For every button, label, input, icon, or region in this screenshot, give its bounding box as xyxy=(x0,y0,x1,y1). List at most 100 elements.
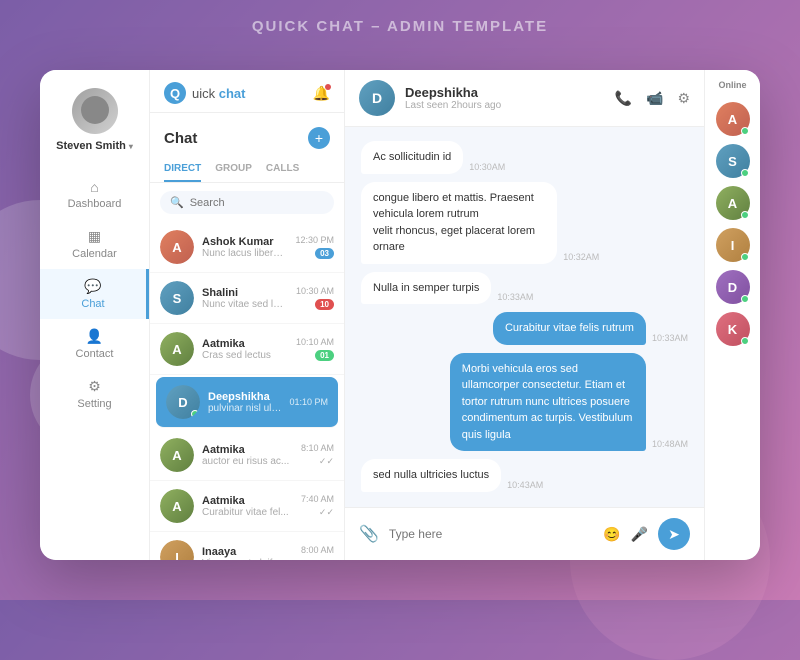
chat-header-info: Deepshikha Last seen 2hours ago xyxy=(405,85,605,111)
left-nav: Steven Smith ▾ ⌂ Dashboard▦ Calendar💬 Ch… xyxy=(40,70,150,560)
search-box: 🔍 xyxy=(160,191,334,214)
phone-icon[interactable]: 📞 xyxy=(615,90,632,107)
chat-main: D Deepshikha Last seen 2hours ago 📞 📹 ⚙ … xyxy=(345,70,704,560)
attach-icon[interactable]: 📎 xyxy=(359,524,379,544)
chat-list-item[interactable]: A Ashok Kumar Nunc lacus libero, effic..… xyxy=(150,222,344,273)
chat-preview: Nunc lacus libero, effic... xyxy=(202,248,287,259)
contact-label: Contact xyxy=(76,348,114,360)
chat-list-item[interactable]: S Shalini Nunc vitae sed lore... 10:30 A… xyxy=(150,273,344,324)
online-dot xyxy=(741,337,749,345)
messages-area: Ac sollicitudin id 10:30AM congue libero… xyxy=(345,127,704,507)
chat-header-avatar: D xyxy=(359,80,395,116)
setting-label: Setting xyxy=(77,398,111,410)
sidebar-item-contact[interactable]: 👤 Contact xyxy=(40,319,149,369)
tab-group[interactable]: GROUP xyxy=(215,157,252,182)
chat-time: 7:40 AM xyxy=(301,494,334,504)
online-dot xyxy=(741,211,749,219)
chat-meta: 10:30 AM 10 xyxy=(296,286,334,310)
tab-direct[interactable]: DIRECT xyxy=(164,157,201,182)
message-input[interactable] xyxy=(389,527,593,541)
online-user-avatar[interactable]: K xyxy=(716,312,750,346)
chat-name: Aatmika xyxy=(202,338,288,350)
tab-calls[interactable]: CALLS xyxy=(266,157,299,182)
message-row: Nulla in semper turpis 10:33AM xyxy=(361,272,688,305)
bell-icon[interactable]: 🔔 xyxy=(313,85,330,102)
chat-preview: Vivamus et eleifend... xyxy=(202,558,293,561)
search-input[interactable] xyxy=(190,197,332,209)
settings-icon[interactable]: ⚙ xyxy=(677,90,690,107)
chat-avatar: A xyxy=(160,489,194,523)
sidebar-item-setting[interactable]: ⚙ Setting xyxy=(40,369,149,419)
chat-avatar: A xyxy=(160,230,194,264)
message-time: 10:33AM xyxy=(652,333,688,343)
message-bubble: Curabitur vitae felis rutrum xyxy=(493,312,646,345)
chat-list-item[interactable]: A Aatmika Curabitur vitae fel... 7:40 AM… xyxy=(150,481,344,532)
page-title: QUICK CHAT – ADMIN TEMPLATE xyxy=(252,18,548,35)
chat-name: Shalini xyxy=(202,287,288,299)
chat-preview: Curabitur vitae fel... xyxy=(202,507,293,518)
chat-time: 10:30 AM xyxy=(296,286,334,296)
chat-meta: 01:10 PM xyxy=(289,397,328,407)
emoji-icon[interactable]: 😊 xyxy=(603,526,620,543)
chat-avatar: A xyxy=(160,332,194,366)
message-bubble: sed nulla ultricies luctus xyxy=(361,459,501,492)
sidebar-header: Chat + xyxy=(150,113,344,157)
online-user-avatar[interactable]: I xyxy=(716,228,750,262)
chat-time: 8:00 AM xyxy=(301,545,334,555)
add-chat-button[interactable]: + xyxy=(308,127,330,149)
message-bubble: Morbi vehicula eros sed ullamcorper cons… xyxy=(450,353,646,452)
setting-icon: ⚙ xyxy=(88,378,101,395)
message-row: 10:48AM Morbi vehicula eros sed ullamcor… xyxy=(361,353,688,452)
chat-header-status: Last seen 2hours ago xyxy=(405,100,605,111)
badge: 10 xyxy=(315,299,334,310)
sidebar-title: Chat xyxy=(164,130,197,147)
check-icon: ✓✓ xyxy=(319,558,334,560)
chat-name: Ashok Kumar xyxy=(202,236,287,248)
message-bubble: Ac sollicitudin id xyxy=(361,141,463,174)
online-user-avatar[interactable]: A xyxy=(716,102,750,136)
sidebar-item-chat[interactable]: 💬 Chat xyxy=(40,269,149,319)
chat-time: 12:30 PM xyxy=(295,235,334,245)
online-users-list: A S A I D K xyxy=(716,102,750,346)
chat-preview: Nunc vitae sed lore... xyxy=(202,299,288,310)
chat-time: 01:10 PM xyxy=(289,397,328,407)
message-time: 10:43AM xyxy=(507,480,543,490)
message-time: 10:32AM xyxy=(563,252,599,262)
send-button[interactable]: ➤ xyxy=(658,518,690,550)
chat-meta: 8:00 AM ✓✓ xyxy=(301,545,334,560)
online-user-avatar[interactable]: D xyxy=(716,270,750,304)
message-row: congue libero et mattis. Praesent vehicu… xyxy=(361,182,688,264)
chat-content: Inaaya Vivamus et eleifend... xyxy=(202,546,293,561)
input-area: 📎 😊 🎤 ➤ xyxy=(345,507,704,560)
sidebar-item-dashboard[interactable]: ⌂ Dashboard xyxy=(40,170,149,219)
logo-text: uick chat xyxy=(192,86,245,101)
chat-icon: 💬 xyxy=(84,278,101,295)
message-time: 10:33AM xyxy=(497,292,533,302)
mic-icon[interactable]: 🎤 xyxy=(631,526,648,543)
chat-list-item[interactable]: A Aatmika Cras sed lectus 10:10 AM 01 xyxy=(150,324,344,375)
logo-area: Q uick chat 🔔 xyxy=(150,70,344,113)
online-dot xyxy=(741,295,749,303)
calendar-label: Calendar xyxy=(72,248,117,260)
chat-preview: pulvinar nisl ultricies luct... xyxy=(208,403,281,414)
chat-time: 8:10 AM xyxy=(301,443,334,453)
calendar-icon: ▦ xyxy=(88,228,101,245)
chat-avatar: D xyxy=(166,385,200,419)
user-name-row[interactable]: Steven Smith ▾ xyxy=(56,140,133,152)
chat-list-item[interactable]: D Deepshikha pulvinar nisl ultricies luc… xyxy=(156,377,338,428)
chat-preview: auctor eu risus ac... xyxy=(202,456,293,467)
chat-list-item[interactable]: A Aatmika auctor eu risus ac... 8:10 AM … xyxy=(150,430,344,481)
message-time: 10:30AM xyxy=(469,162,505,172)
message-bubble: Nulla in semper turpis xyxy=(361,272,491,305)
chat-meta: 8:10 AM ✓✓ xyxy=(301,443,334,467)
header-actions: 📞 📹 ⚙ xyxy=(615,90,690,107)
video-icon[interactable]: 📹 xyxy=(646,90,663,107)
online-dot xyxy=(741,169,749,177)
online-user-avatar[interactable]: A xyxy=(716,186,750,220)
sidebar-item-calendar[interactable]: ▦ Calendar xyxy=(40,219,149,269)
online-label: Online xyxy=(718,80,746,90)
nav-items: ⌂ Dashboard▦ Calendar💬 Chat👤 Contact⚙ Se… xyxy=(40,170,149,419)
chat-list-item[interactable]: I Inaaya Vivamus et eleifend... 8:00 AM … xyxy=(150,532,344,560)
online-user-avatar[interactable]: S xyxy=(716,144,750,178)
chat-avatar: S xyxy=(160,281,194,315)
